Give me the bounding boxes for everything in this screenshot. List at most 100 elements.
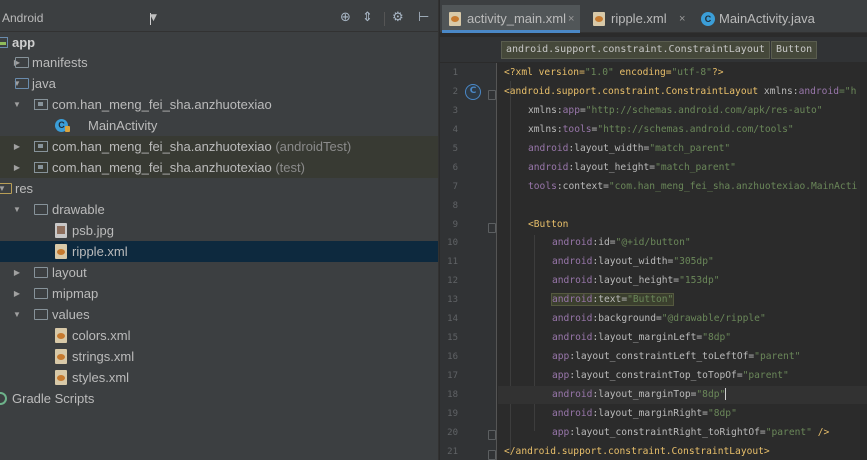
chevron-right-icon[interactable]: ▶ [12,262,22,283]
tree-item-manifests[interactable]: ▶ manifests [0,52,438,73]
tab-label: activity_main.xml [467,11,566,26]
tree-item-ripple-xml[interactable]: ripple.xml [0,241,438,262]
code-line-1: <?xml version="1.0" encoding="utf-8"?> [504,67,724,78]
app-module-icon [0,37,8,48]
line-number: 18 [447,390,458,400]
tree-item-label: MainActivity [88,118,158,133]
line-number: 13 [447,295,458,305]
fold-marker-icon[interactable] [488,223,496,233]
line-number: 15 [447,333,458,343]
chevron-right-icon[interactable]: ▶ [12,157,22,178]
tree-item-label: res [15,181,34,196]
project-toolbar: Android ▼ ⊕ ⇕ ⚙ ⊢ [0,5,438,32]
folder-icon [15,57,29,68]
code-line-18: android:layout_marginTop="8dp" [498,386,867,404]
tree-item-suffix: (androidTest) [275,139,352,154]
class-marker-icon[interactable]: C [465,84,481,100]
fold-marker-icon[interactable] [488,430,496,440]
line-number: 20 [447,428,458,438]
tree-item-label: com.han_meng_fei_sha.anzhuotexiao [52,97,272,112]
tree-item-java[interactable]: ▼ java [0,73,438,94]
tree-item-mipmap[interactable]: ▶ mipmap [0,283,438,304]
folder-icon [34,309,48,320]
line-number: 10 [447,238,458,248]
code-line-10: android:id="@+id/button" [552,237,691,248]
xml-file-icon [55,328,67,343]
collapse-icon[interactable]: ⇕ [362,10,373,25]
code-line-15: android:layout_marginLeft="8dp" [552,332,732,343]
line-number: 21 [447,447,458,457]
code-line-16: app:layout_constraintLeft_toLeftOf="pare… [552,351,801,362]
line-number: 6 [452,163,458,173]
tree-item-label: app [12,35,36,50]
line-number: 11 [447,257,458,267]
chevron-down-icon[interactable]: ▼ [12,94,22,115]
code-line-14: android:background="@drawable/ripple" [552,313,766,324]
chevron-right-icon[interactable]: ▶ [12,283,22,304]
chevron-down-icon[interactable]: ▼ [150,13,157,25]
tree-item-package-androidtest[interactable]: ▶ com.han_meng_fei_sha.anzhuotexiao (and… [0,136,438,157]
chevron-down-icon[interactable]: ▼ [12,304,22,325]
code-line-17: app:layout_constraintTop_toTopOf="parent… [552,370,789,381]
line-number: 5 [452,144,458,154]
xml-file-icon [593,12,605,26]
tab-activity-main-xml[interactable]: activity_main.xml × [442,5,580,33]
tree-item-mainactivity[interactable]: C MainActivity [0,115,438,136]
code-line-4: xmlns:tools="http://schemas.android.com/… [528,124,794,135]
line-number: 7 [452,182,458,192]
fold-marker-icon[interactable] [488,90,496,100]
fold-marker-icon[interactable] [488,450,496,460]
tree-item-layout[interactable]: ▶ layout [0,262,438,283]
breadcrumb-constraintlayout[interactable]: android.support.constraint.ConstraintLay… [501,41,770,59]
tree-item-label: drawable [52,202,105,217]
folder-icon [34,204,48,215]
tree-item-label: manifests [32,55,88,70]
locate-icon[interactable]: ⊕ [340,10,351,25]
chevron-right-icon[interactable]: ▶ [12,136,22,157]
tree-item-label: psb.jpg [72,223,114,238]
tree-item-suffix: (test) [275,160,305,175]
tree-item-drawable[interactable]: ▼ drawable [0,199,438,220]
close-icon[interactable]: × [679,5,685,33]
line-number: 3 [452,106,458,116]
xml-file-icon [55,349,67,364]
tree-item-styles-xml[interactable]: styles.xml [0,367,438,388]
tree-item-label: styles.xml [72,370,130,385]
tree-item-label: ripple.xml [72,244,128,259]
tree-item-gradle-scripts[interactable]: Gradle Scripts [0,388,438,409]
tree-item-colors-xml[interactable]: colors.xml [0,325,438,346]
breadcrumb: android.support.constraint.ConstraintLay… [440,37,867,63]
code-editor[interactable]: <?xml version="1.0" encoding="utf-8"?> <… [498,63,867,460]
close-icon[interactable]: × [568,5,574,33]
tab-mainactivity-java[interactable]: C MainActivity.java [694,5,867,33]
line-number: 17 [447,371,458,381]
tree-item-res[interactable]: ▼ res [0,178,438,199]
image-file-icon [55,223,67,238]
tree-item-label: colors.xml [72,328,131,343]
code-line-21: </android.support.constraint.ConstraintL… [504,446,770,457]
class-icon: C [55,119,70,132]
tree-item-values[interactable]: ▼ values [0,304,438,325]
source-folder-icon [15,78,29,89]
code-line-20: app:layout_constraintRight_toRightOf="pa… [552,427,830,438]
code-line-6: android:layout_height="match_parent" [528,162,736,173]
view-mode-dropdown[interactable]: Android [2,11,43,25]
line-number: 2 [452,87,458,97]
tree-item-strings-xml[interactable]: strings.xml [0,346,438,367]
tab-ripple-xml[interactable]: ripple.xml × [586,5,690,33]
resource-folder-icon [0,183,12,194]
code-line-19: android:layout_marginRight="8dp" [552,408,737,419]
hide-icon[interactable]: ⊢ [418,10,429,25]
tree-item-package-test[interactable]: ▶ com.han_meng_fei_sha.anzhuotexiao (tes… [0,157,438,178]
editor-tab-bar: activity_main.xml × ripple.xml × C MainA… [440,5,867,33]
tree-item-package[interactable]: ▼ com.han_meng_fei_sha.anzhuotexiao [0,94,438,115]
settings-icon[interactable]: ⚙ [392,10,404,25]
line-number: 19 [447,409,458,419]
chevron-down-icon[interactable]: ▼ [12,199,22,220]
tree-item-label: Gradle Scripts [12,391,95,406]
code-line-2: <android.support.constraint.ConstraintLa… [504,86,857,97]
code-line-7: tools:context="com.han_meng_fei_sha.anzh… [528,181,858,192]
tree-item-psb-jpg[interactable]: psb.jpg [0,220,438,241]
breadcrumb-button[interactable]: Button [771,41,818,59]
tree-item-app[interactable]: app [0,32,438,53]
